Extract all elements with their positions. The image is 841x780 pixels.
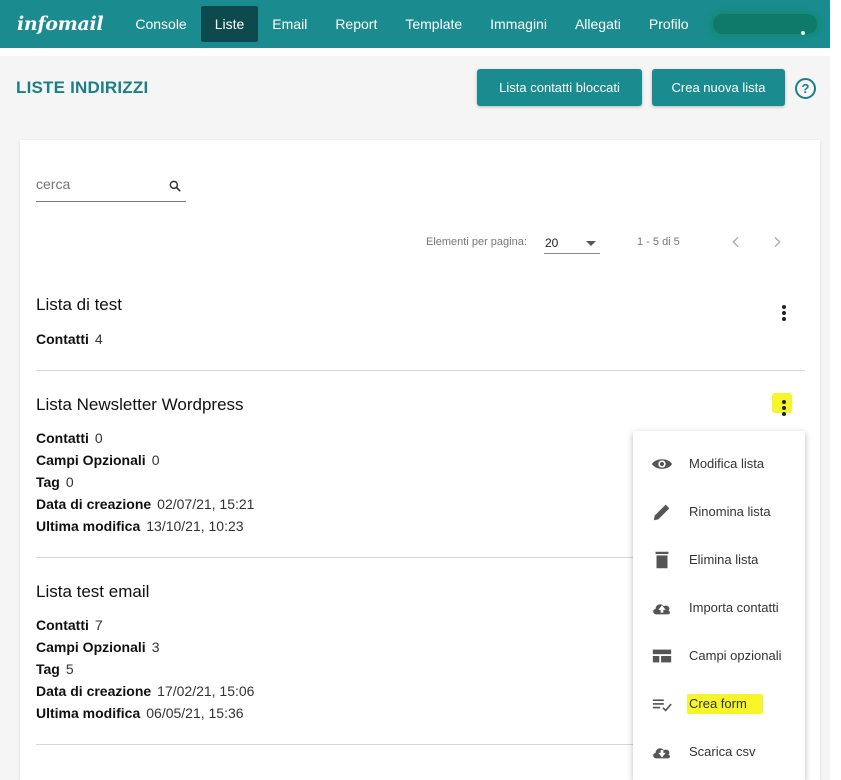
list-field: Tag 5 — [36, 661, 74, 677]
more-options-icon[interactable] — [781, 305, 787, 323]
trash-icon — [655, 551, 669, 569]
user-dot — [801, 31, 805, 35]
nav-item-immagini[interactable]: Immagini — [476, 6, 561, 42]
menu-item-label: Importa contatti — [689, 600, 779, 615]
list-title[interactable]: Lista di test — [36, 295, 122, 315]
menu-item-modifica-lista[interactable]: Modifica lista — [633, 439, 805, 487]
help-icon[interactable]: ? — [795, 78, 816, 99]
list-field: Ultima modifica 06/05/21, 15:36 — [36, 705, 244, 721]
pencil-icon — [653, 504, 670, 521]
eye-icon — [651, 459, 673, 469]
list-field: Campi Opzionali 0 — [36, 452, 160, 468]
list-field: Campi Opzionali 3 — [36, 639, 160, 655]
search-box[interactable] — [36, 174, 186, 202]
list-title[interactable]: Lista Newsletter Wordpress — [36, 395, 244, 415]
cloud-upload-icon — [653, 604, 671, 615]
nav-item-profilo[interactable]: Profilo — [635, 6, 703, 42]
menu-item-label: Elimina lista — [689, 552, 759, 567]
table-icon — [652, 649, 672, 663]
cloud-download-icon — [653, 748, 671, 759]
list-title[interactable]: Lista test email — [36, 582, 149, 602]
list-options-menu: Modifica lista Rinomina lista Elimina li… — [633, 431, 805, 780]
menu-item-scarica-csv[interactable]: Scarica csv — [633, 727, 805, 775]
menu-item-label: Scarica csv — [689, 744, 756, 759]
blocked-contacts-button[interactable]: Lista contatti bloccati — [477, 69, 642, 106]
nav-item-report[interactable]: Report — [321, 6, 391, 42]
menu-item-label: Campi opzionali — [689, 648, 782, 663]
list-field: Contatti 4 — [36, 331, 103, 347]
list-field: Contatti 0 — [36, 430, 103, 446]
page-header: LISTE INDIRIZZI Lista contatti bloccati … — [0, 56, 830, 120]
menu-item-label: Crea form — [689, 696, 747, 711]
menu-item-campi-opzionali[interactable]: Campi opzionali — [633, 631, 805, 679]
list-field: Data di creazione 02/07/21, 15:21 — [36, 496, 255, 512]
top-navbar: infomail Console Liste Email Report Temp… — [0, 0, 830, 48]
menu-item-label: Rinomina lista — [689, 504, 771, 519]
more-options-icon[interactable] — [781, 400, 787, 418]
nav-item-email[interactable]: Email — [258, 6, 321, 42]
search-input[interactable] — [36, 176, 156, 192]
items-per-page-value: 20 — [545, 236, 559, 250]
user-account-redacted[interactable] — [713, 14, 817, 35]
list-field: Data di creazione 17/02/21, 15:06 — [36, 683, 255, 699]
menu-item-crea-form[interactable]: Crea form — [633, 679, 805, 727]
menu-item-importa-contatti[interactable]: Importa contatti — [633, 583, 805, 631]
dropdown-arrow-icon — [586, 241, 596, 246]
nav-item-console[interactable]: Console — [121, 6, 200, 42]
search-icon[interactable] — [168, 179, 182, 193]
menu-item-label: Modifica lista — [689, 456, 765, 471]
app-logo[interactable]: infomail — [17, 13, 104, 35]
chevron-right-icon[interactable] — [769, 234, 785, 250]
create-list-button[interactable]: Crea nuova lista — [652, 69, 785, 106]
page-title: LISTE INDIRIZZI — [16, 78, 149, 97]
items-per-page-label: Elementi per pagina: — [426, 236, 527, 248]
playlist-check-icon — [652, 699, 672, 712]
list-field: Ultima modifica 13/10/21, 10:23 — [36, 518, 244, 534]
nav-item-allegati[interactable]: Allegati — [561, 6, 635, 42]
list-divider — [36, 370, 805, 371]
nav-item-template[interactable]: Template — [391, 6, 476, 42]
nav-item-liste[interactable]: Liste — [200, 6, 259, 42]
menu-item-elimina-lista[interactable]: Elimina lista — [633, 535, 805, 583]
menu-item-rinomina-lista[interactable]: Rinomina lista — [633, 487, 805, 535]
list-field: Contatti 7 — [36, 617, 103, 633]
chevron-left-icon[interactable] — [728, 234, 744, 250]
items-per-page-select[interactable]: 20 — [544, 232, 600, 254]
list-field: Tag 0 — [36, 474, 74, 490]
pagination-range: 1 - 5 di 5 — [637, 236, 680, 248]
